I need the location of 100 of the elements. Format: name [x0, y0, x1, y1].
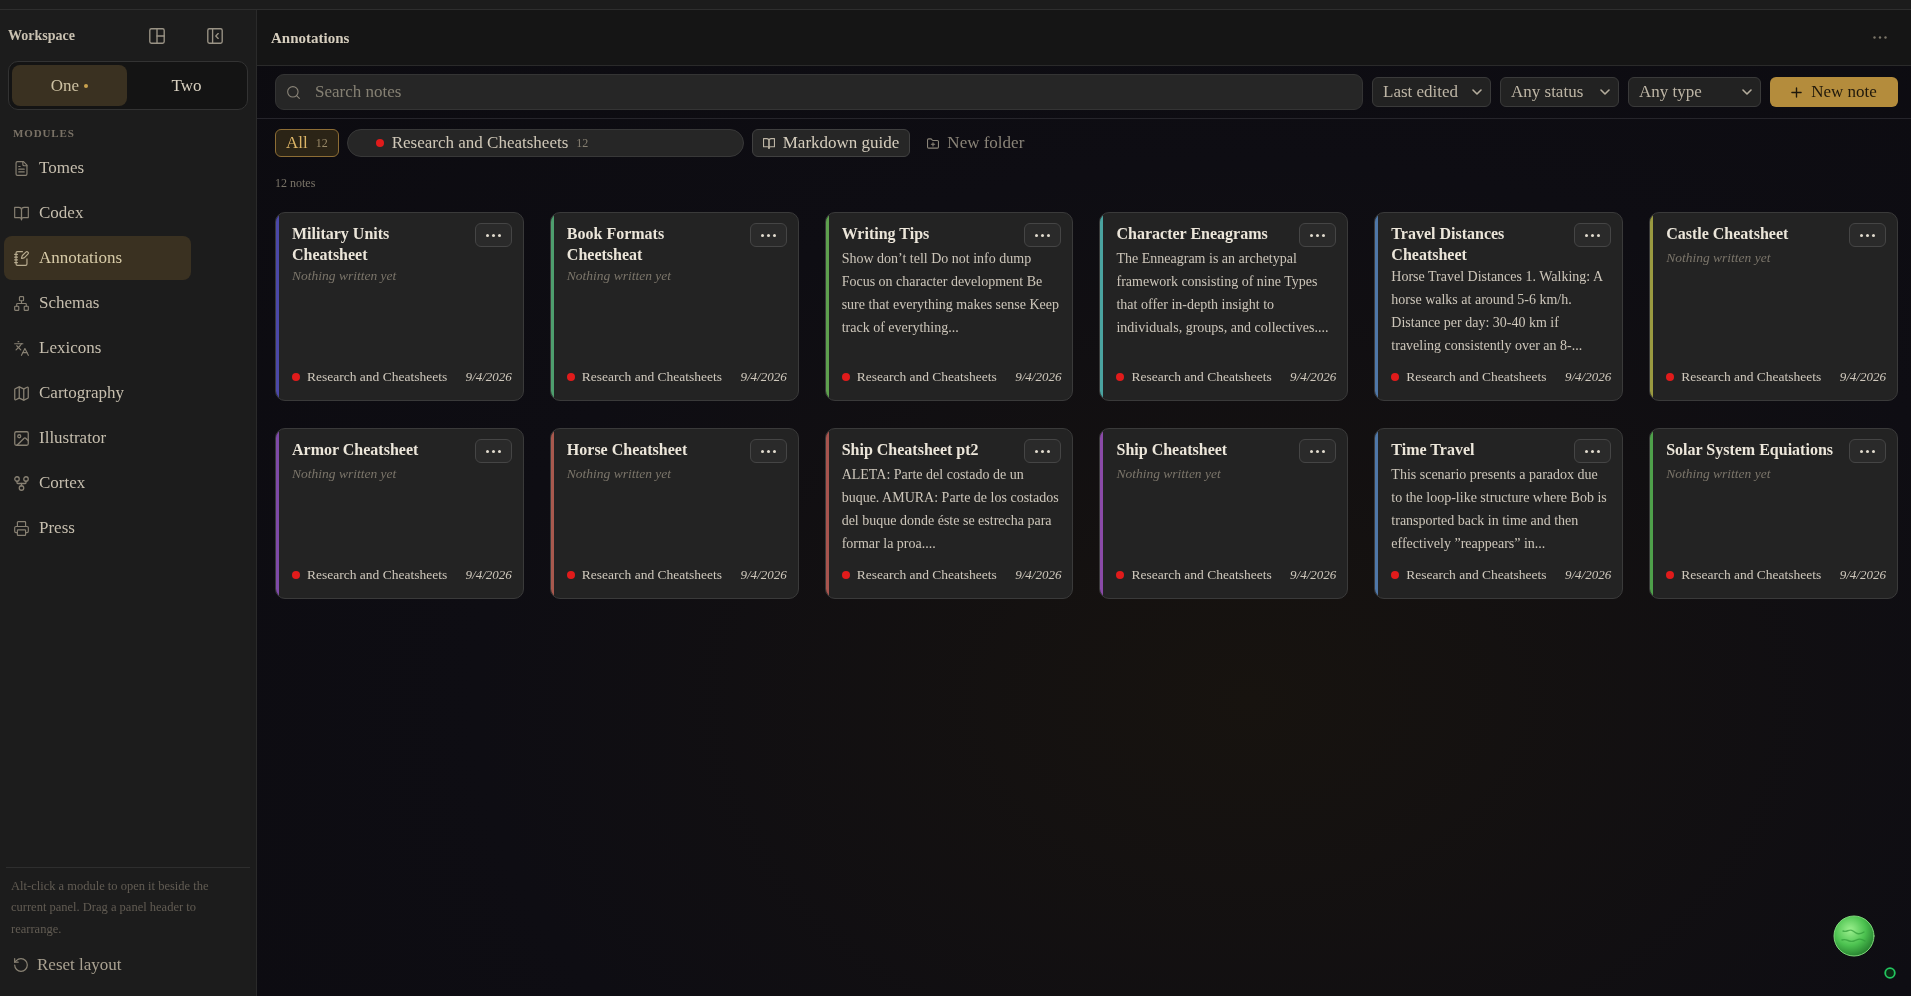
search-field[interactable]: Search notes: [275, 74, 1363, 110]
note-card[interactable]: Solar System Equiations Nothing written yet Research and Cheatsheets 9/4/2026: [1649, 428, 1898, 599]
note-title: Character Eneagrams: [1116, 224, 1269, 244]
sidebar-item[interactable]: Press: [4, 506, 191, 550]
status-dropdown[interactable]: Any status: [1500, 77, 1619, 107]
sidebar-item[interactable]: Tomes: [4, 146, 191, 190]
folder-name: Research and Cheatsheets: [1131, 566, 1272, 584]
more-icon: [1585, 449, 1601, 453]
note-card[interactable]: Ship Cheatsheet Nothing written yet Research and Cheatsheets 9/4/2026: [1099, 428, 1349, 599]
note-menu-button[interactable]: [474, 223, 512, 247]
note-date: 9/4/2026: [1290, 566, 1337, 584]
note-date: 9/4/2026: [1564, 566, 1612, 584]
note-title: Military Units Cheatsheet: [292, 224, 391, 265]
folder-name: Research and Cheatsheets: [307, 566, 448, 584]
note-menu-button[interactable]: [1574, 439, 1612, 463]
more-icon: [760, 449, 776, 453]
folder-chip[interactable]: Research and Cheatsheets 12: [346, 129, 744, 157]
note-date: 9/4/2026: [740, 566, 787, 584]
note-title: Castle Cheatsheet: [1666, 224, 1790, 244]
layout-icon[interactable]: [149, 27, 165, 44]
notebook-pen-icon: [14, 250, 29, 266]
plus-icon: [1791, 86, 1803, 98]
help-text: Alt-click a module to open it beside the current panel. Drag a panel header to rearrange.: [10, 877, 210, 938]
note-title: Solar System Equiations: [1666, 440, 1834, 460]
more-icon: [1310, 233, 1326, 237]
note-preview: Horse Travel Distances 1. Walking: A horse walks at around 5-6 km/h. Distance per day: 30-40 km if traveling consistently over an 8-...: [1391, 268, 1604, 355]
folder-name: Research and Cheatsheets: [1681, 368, 1822, 386]
search-icon: [287, 86, 300, 99]
note-count: 12 notes: [275, 175, 316, 191]
note-card[interactable]: Book Formats Cheetsheat Nothing written yet Research and Cheatsheets 9/4/2026: [549, 212, 799, 401]
folder-name: Research and Cheatsheets: [581, 368, 723, 386]
book-icon: [762, 137, 775, 149]
note-card[interactable]: Military Units Cheatsheet Nothing written yet Research and Cheatsheets 9/4/2026: [275, 212, 524, 401]
workspace-tab[interactable]: One: [12, 65, 127, 106]
note-menu-button[interactable]: [1849, 439, 1886, 463]
note-menu-button[interactable]: [1849, 223, 1886, 247]
note-date: 9/4/2026: [740, 368, 787, 386]
sidebar-item[interactable]: Cortex: [4, 461, 191, 505]
markdown-guide-button[interactable]: Markdown guide: [751, 129, 911, 157]
chevron-down-icon: [1742, 89, 1752, 95]
sidebar-item[interactable]: Lexicons: [4, 326, 191, 370]
sidebar-item[interactable]: Cartography: [4, 371, 191, 415]
note-title: Ship Cheatsheet pt2: [841, 440, 980, 460]
folder-chip[interactable]: All 12: [275, 129, 339, 157]
more-icon: [1310, 449, 1326, 453]
reset-icon: [14, 958, 28, 972]
sidebar-item[interactable]: Annotations: [4, 236, 191, 280]
note-card[interactable]: Time Travel This scenario presents a paradox due to the loop-like structure where Bob is transported back in time and then effectively ”reappears” in... Research and Cheatsheets 9/4/2026: [1374, 428, 1624, 599]
note-card[interactable]: Castle Cheatsheet Nothing written yet Research and Cheatsheets 9/4/2026: [1649, 212, 1898, 401]
note-menu-button[interactable]: [1299, 223, 1337, 247]
note-preview: This scenario presents a paradox due to the loop-like structure where Bob is transported back in time and then effectively ”reappears” in...: [1391, 466, 1608, 553]
note-card[interactable]: Armor Cheatsheet Nothing written yet Research and Cheatsheets 9/4/2026: [275, 428, 524, 599]
reset-layout-button[interactable]: Reset layout: [14, 953, 122, 977]
note-card[interactable]: Character Eneagrams The Enneagram is an archetypal framework consisting of nine Types that offer in-depth insight to individuals, groups, and collectives.... Research and Cheatsheets 9/4/2026: [1099, 212, 1349, 401]
note-title: Armor Cheatsheet: [292, 440, 420, 460]
note-title: Book Formats Cheetsheat: [566, 224, 666, 265]
empty-note-text: Nothing written yet: [292, 267, 398, 285]
folder-plus-icon: [927, 137, 940, 149]
note-date: 9/4/2026: [465, 368, 512, 386]
note-title: Travel Distances Cheatsheet: [1391, 224, 1506, 265]
note-menu-button[interactable]: [1024, 223, 1062, 247]
note-date: 9/4/2026: [1015, 368, 1062, 386]
type-dropdown[interactable]: Any type: [1628, 77, 1761, 107]
folder-name: Research and Cheatsheets: [1406, 368, 1547, 386]
empty-note-text: Nothing written yet: [566, 267, 673, 285]
sidebar-item[interactable]: Codex: [4, 191, 191, 235]
note-card[interactable]: Travel Distances Cheatsheet Horse Travel Distances 1. Walking: A horse walks at around 5-6 km/h. Distance per day: 30-40 km if traveling consistently over an 8-... Research and Cheatsheets 9/4/2026: [1374, 212, 1624, 401]
empty-note-text: Nothing written yet: [1666, 465, 1772, 483]
note-menu-button[interactable]: [1024, 439, 1062, 463]
note-menu-button[interactable]: [749, 439, 787, 463]
note-menu-button[interactable]: [749, 223, 787, 247]
chevron-down-icon: [1600, 89, 1610, 95]
sidebar-item[interactable]: Schemas: [4, 281, 191, 325]
note-date: 9/4/2026: [1839, 566, 1886, 584]
image-icon: [14, 430, 29, 446]
sidebar-collapse-icon[interactable]: [207, 27, 223, 44]
more-icon[interactable]: [1873, 36, 1887, 39]
note-card[interactable]: Ship Cheatsheet pt2 ALETA: Parte del costado de un buque. AMURA: Parte de los costados del buque donde éste se estrecha para formar la proa.... Research and Cheatsheets 9/4/2026: [824, 428, 1074, 599]
map-icon: [14, 385, 29, 401]
book-icon: [14, 205, 29, 221]
orb-icon[interactable]: [1833, 915, 1875, 957]
note-card[interactable]: Horse Cheatsheet Nothing written yet Research and Cheatsheets 9/4/2026: [549, 428, 799, 599]
new-folder-button[interactable]: New folder: [918, 129, 1034, 157]
sidebar-item[interactable]: Illustrator: [4, 416, 191, 460]
note-menu-button[interactable]: [1574, 223, 1612, 247]
workspace-tab[interactable]: Two: [129, 65, 244, 106]
note-menu-button[interactable]: [474, 439, 512, 463]
status-ring-icon: [1884, 967, 1896, 979]
note-title: Ship Cheatsheet: [1116, 440, 1229, 460]
note-menu-button[interactable]: [1299, 439, 1337, 463]
document-icon: [14, 160, 29, 176]
note-date: 9/4/2026: [1290, 368, 1337, 386]
sort-dropdown[interactable]: Last edited: [1372, 77, 1491, 107]
empty-note-text: Nothing written yet: [292, 465, 398, 483]
note-title: Writing Tips: [841, 224, 931, 244]
note-preview: The Enneagram is an archetypal framework consisting of nine Types that offer in-depth insight to individuals, groups, and collectives....: [1116, 250, 1330, 337]
chevron-down-icon: [1472, 89, 1482, 95]
folder-name: Research and Cheatsheets: [856, 368, 997, 386]
note-card[interactable]: Writing Tips Show don’t tell Do not info dump Focus on character development Be sure that everything makes sense Keep track of everything... Research and Cheatsheets 9/4/2026: [824, 212, 1074, 401]
new-note-button[interactable]: New note: [1770, 77, 1898, 107]
